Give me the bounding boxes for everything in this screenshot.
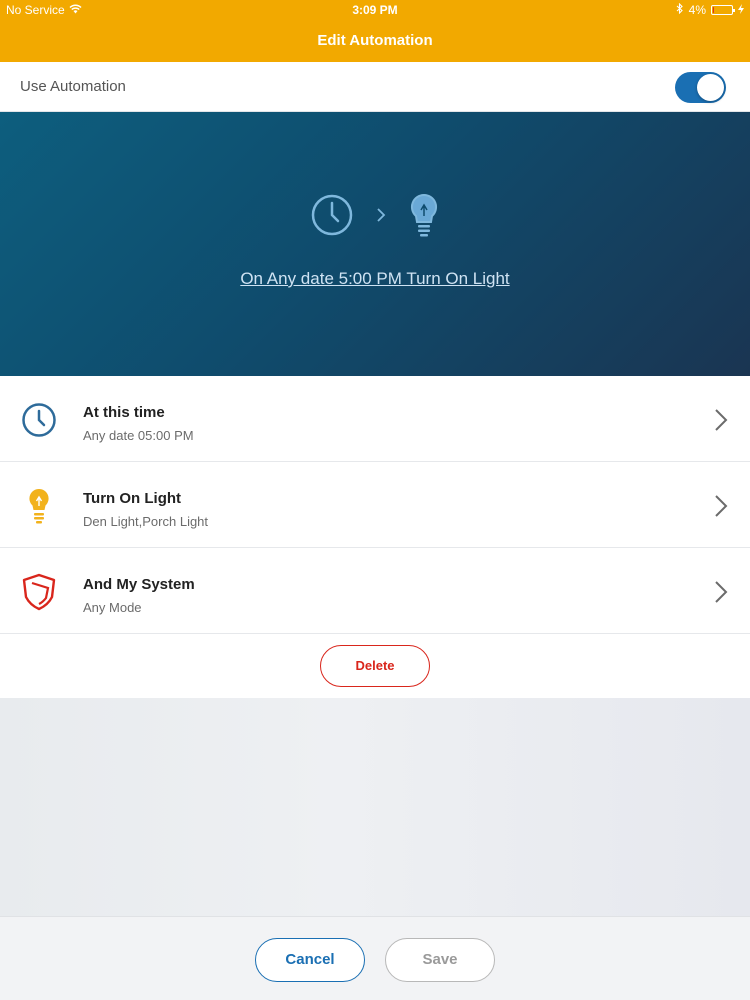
- lightbulb-icon: [20, 487, 58, 525]
- chevron-right-icon: [374, 206, 388, 229]
- row-subtitle: Any Mode: [83, 600, 142, 615]
- use-automation-toggle[interactable]: [675, 72, 726, 103]
- delete-section: Delete: [0, 634, 750, 698]
- empty-content-area: [0, 698, 750, 916]
- chevron-right-icon: [714, 494, 728, 523]
- automation-summary-banner: On Any date 5:00 PM Turn On Light: [0, 112, 750, 376]
- battery-level: [713, 7, 714, 13]
- shield-icon: [20, 573, 58, 611]
- clock-icon: [20, 401, 58, 439]
- lightbulb-icon: [408, 192, 440, 243]
- page-title: Edit Automation: [317, 32, 433, 49]
- list-item-action[interactable]: Turn On Light Den Light,Porch Light: [0, 462, 750, 548]
- edit-automation-screen: No Service 3:09 PM 4% Edit Automation Us…: [0, 0, 750, 1000]
- delete-button[interactable]: Delete: [320, 645, 430, 687]
- battery-percent: 4%: [688, 3, 706, 17]
- row-subtitle: Den Light,Porch Light: [83, 514, 209, 529]
- clock-label: 3:09 PM: [352, 3, 398, 17]
- summary-icons: [0, 192, 750, 243]
- status-bar: No Service 3:09 PM 4%: [0, 0, 750, 20]
- row-title: Turn On Light: [83, 490, 182, 507]
- automation-summary-link[interactable]: On Any date 5:00 PM Turn On Light: [0, 269, 750, 289]
- row-title: And My System: [83, 576, 195, 593]
- toggle-knob: [697, 74, 724, 101]
- row-title: At this time: [83, 404, 165, 421]
- nav-bar: No Service 3:09 PM 4% Edit Automation: [0, 0, 750, 62]
- save-button[interactable]: Save: [385, 938, 495, 982]
- charging-icon: [738, 3, 744, 17]
- cancel-button[interactable]: Cancel: [255, 938, 365, 982]
- list-item-system[interactable]: And My System Any Mode: [0, 548, 750, 634]
- bluetooth-icon: [676, 2, 684, 17]
- chevron-right-icon: [714, 580, 728, 609]
- list-item-time[interactable]: At this time Any date 05:00 PM: [0, 376, 750, 462]
- clock-icon: [310, 193, 354, 242]
- use-automation-row: Use Automation: [0, 62, 750, 112]
- chevron-right-icon: [714, 408, 728, 437]
- footer-action-bar: Cancel Save: [0, 916, 750, 1000]
- row-subtitle: Any date 05:00 PM: [83, 428, 194, 443]
- battery-icon: [711, 5, 735, 15]
- use-automation-label: Use Automation: [20, 78, 126, 95]
- automation-settings-list: At this time Any date 05:00 PM Turn On L…: [0, 376, 750, 634]
